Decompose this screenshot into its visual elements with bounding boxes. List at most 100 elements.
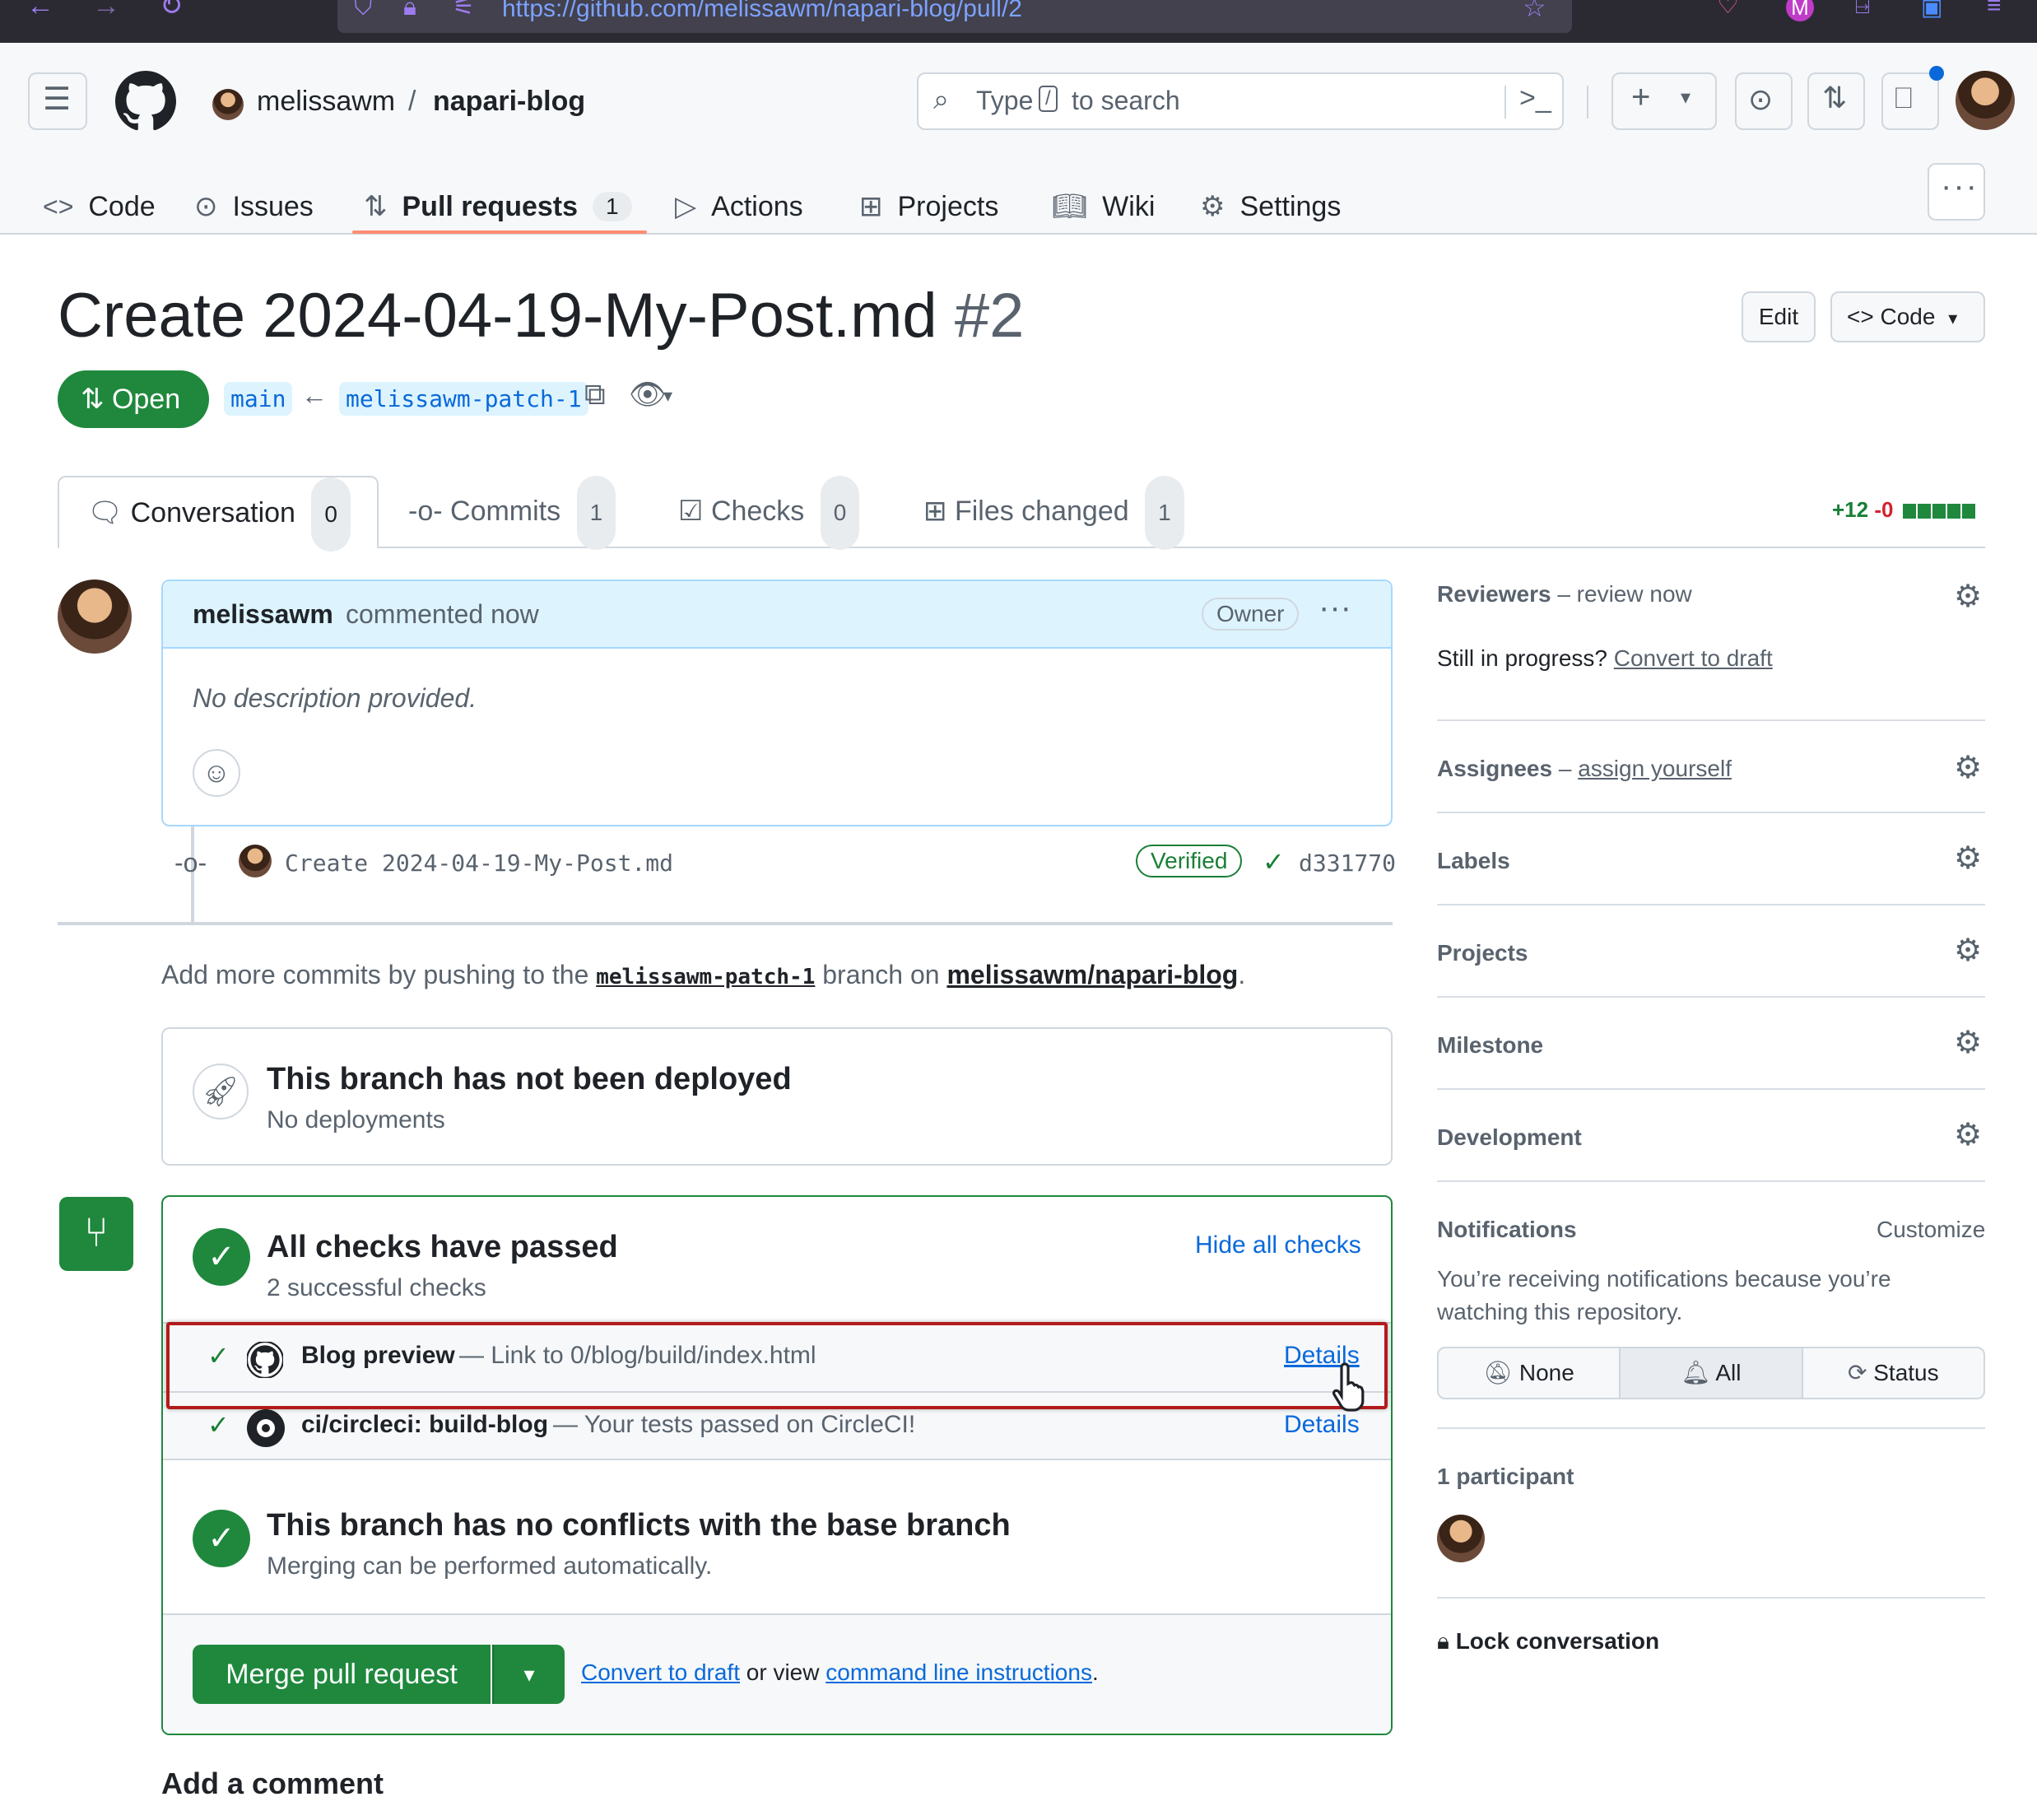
tab-pull-requests[interactable]: ⇅ Pull requests 1 xyxy=(364,178,632,235)
tab-projects[interactable]: ⊞ Projects xyxy=(859,178,998,235)
verified-badge[interactable]: Verified xyxy=(1136,845,1243,877)
sidebar-convert-to-draft-link[interactable]: Convert to draft xyxy=(1614,645,1773,671)
tab-code[interactable]: <> Code xyxy=(43,178,156,235)
commit-author-avatar[interactable] xyxy=(239,845,272,877)
copy-icon[interactable]: ⧉ xyxy=(584,377,606,412)
merge-pull-request-button[interactable]: Merge pull request xyxy=(193,1645,491,1704)
user-avatar[interactable] xyxy=(1956,71,2015,130)
url-text[interactable]: https://github.com/melissawm/napari-blog… xyxy=(502,0,1022,23)
reviewers-label[interactable]: Reviewers xyxy=(1437,581,1551,607)
hide-all-checks-link[interactable]: Hide all checks xyxy=(1195,1231,1361,1259)
projects-label[interactable]: Projects xyxy=(1437,940,1528,966)
bookmark-star-icon[interactable]: ☆ xyxy=(1523,0,1546,21)
notify-none-label: None xyxy=(1518,1360,1574,1385)
labels-gear-icon[interactable]: ⚙ xyxy=(1954,843,1982,874)
more-tabs-button[interactable]: ··· xyxy=(1928,163,1985,221)
tab-settings[interactable]: ⚙ Settings xyxy=(1200,178,1341,235)
comment-action: commented now xyxy=(346,599,539,629)
notify-none-button[interactable]: 🔕︎ None xyxy=(1439,1348,1621,1398)
tab-commits[interactable]: -o- Commits 1 xyxy=(408,476,616,550)
back-icon[interactable]: ← xyxy=(26,0,54,20)
extension-m-icon[interactable]: M xyxy=(1786,0,1814,21)
milestone-label[interactable]: Milestone xyxy=(1437,1032,1543,1059)
add-comment-heading: Add a comment xyxy=(161,1766,384,1800)
command-line-instructions-link[interactable]: command line instructions xyxy=(825,1659,1092,1685)
check-details-link[interactable]: Details xyxy=(1284,1411,1360,1439)
notify-status-button[interactable]: ⟳ Status xyxy=(1803,1348,1984,1398)
edit-button-label: Edit xyxy=(1758,304,1799,329)
forward-icon[interactable]: → xyxy=(92,0,120,20)
base-branch[interactable]: main xyxy=(224,382,293,416)
command-palette-icon[interactable]: >_ xyxy=(1519,82,1551,114)
milestone-gear-icon[interactable]: ⚙ xyxy=(1954,1027,1982,1059)
owner-badge: Owner xyxy=(1202,598,1300,631)
menu-button[interactable]: ☰ xyxy=(28,72,87,130)
owner-avatar[interactable] xyxy=(212,89,244,120)
kebab-horizontal-icon[interactable]: ··· xyxy=(1318,589,1351,626)
unread-indicator xyxy=(1929,66,1944,81)
comment-author[interactable]: melissawm xyxy=(193,599,333,630)
notify-all-label: All xyxy=(1715,1360,1742,1385)
assignees-gear-icon[interactable]: ⚙ xyxy=(1954,752,1982,784)
code-icon: <> xyxy=(43,191,74,221)
push-hint-repo[interactable]: melissawm/napari-blog xyxy=(946,960,1238,989)
comment-author-avatar[interactable] xyxy=(58,580,132,654)
container-icon[interactable]: ▣ xyxy=(1921,0,1942,21)
check-name: ci/circleci: build-blog xyxy=(301,1411,549,1438)
kebab-horizontal-icon: ··· xyxy=(1941,168,1979,204)
labels-label[interactable]: Labels xyxy=(1437,848,1510,874)
head-branch[interactable]: melissawm-patch-1 xyxy=(339,382,588,416)
lock-conversation-label: Lock conversation xyxy=(1455,1628,1660,1654)
review-now-text[interactable]: – review now xyxy=(1557,581,1691,607)
inbox-button[interactable]: ⎕ xyxy=(1881,66,1944,130)
tab-files-changed[interactable]: ⊞ Files changed 1 xyxy=(923,476,1184,550)
tab-actions[interactable]: ▷ Actions xyxy=(675,178,803,235)
commit-icon: -o- xyxy=(408,496,443,527)
customize-link[interactable]: Customize xyxy=(1877,1217,1985,1243)
merge-method-dropdown[interactable]: ▾ xyxy=(492,1645,565,1704)
issues-button[interactable]: ⊙ xyxy=(1735,72,1793,130)
pr-state-badge: ⇅ Open xyxy=(58,370,209,428)
reviewers-gear-icon[interactable]: ⚙ xyxy=(1954,581,1982,612)
menu-icon[interactable]: ≡ xyxy=(1987,0,2002,20)
github-logo-icon[interactable] xyxy=(115,71,176,132)
add-reaction-button[interactable]: ☺ xyxy=(193,749,240,797)
tab-issues[interactable]: ⊙ Issues xyxy=(194,178,314,235)
edit-button[interactable]: Edit xyxy=(1742,291,1816,342)
projects-gear-icon[interactable]: ⚙ xyxy=(1954,935,1982,966)
create-new-button[interactable]: + ▾ xyxy=(1611,72,1717,130)
shield-icon[interactable]: ⛉ xyxy=(354,0,373,21)
commit-message[interactable]: Create 2024-04-19-My-Post.md xyxy=(285,849,673,877)
notify-all-button[interactable]: 🔔︎ All xyxy=(1621,1348,1803,1398)
push-hint-middle: branch on xyxy=(822,960,940,989)
push-hint-branch[interactable]: melissawm-patch-1 xyxy=(596,965,815,989)
pull-requests-button[interactable]: ⇅ xyxy=(1807,72,1865,130)
code-dropdown-button[interactable]: <> Code ▾ xyxy=(1830,291,1985,342)
tab-checks[interactable]: ☑︎ Checks 0 xyxy=(678,476,860,550)
reload-icon[interactable]: ↻ xyxy=(160,0,184,20)
development-label[interactable]: Development xyxy=(1437,1124,1582,1151)
participant-avatar[interactable] xyxy=(1437,1515,1485,1562)
permissions-icon[interactable]: ⚟ xyxy=(453,0,475,21)
owner-link[interactable]: melissawm xyxy=(257,86,395,118)
tab-conversation[interactable]: 🗨︎ Conversation 0 xyxy=(58,476,379,552)
commit-sha[interactable]: d331770 xyxy=(1299,849,1396,877)
lock-conversation-button[interactable]: 🔒︎ Lock conversation xyxy=(1437,1628,1659,1655)
chevron-down-icon[interactable]: ▾ xyxy=(663,385,672,407)
pr-title: Create 2024-04-19-My-Post.md #2 xyxy=(58,280,1024,351)
development-gear-icon[interactable]: ⚙ xyxy=(1954,1119,1982,1151)
checklist-icon: ☑︎ xyxy=(678,496,704,527)
tab-wiki[interactable]: 📖︎ Wiki xyxy=(1052,178,1155,235)
extension-icon[interactable]: ⍈ xyxy=(1855,0,1870,20)
book-icon: 📖︎ xyxy=(1052,191,1088,222)
url-bar[interactable]: ⛉ 🔒︎ ⚟ https://github.com/melissawm/napa… xyxy=(337,0,1572,33)
pocket-icon[interactable]: ♡ xyxy=(1717,0,1739,20)
eye-icon[interactable]: 👁︎ xyxy=(629,377,667,412)
assignees-label[interactable]: Assignees xyxy=(1437,756,1552,781)
repo-link[interactable]: napari-blog xyxy=(433,86,585,118)
convert-to-draft-link[interactable]: Convert to draft xyxy=(581,1659,740,1685)
lock-icon[interactable]: 🔒︎ xyxy=(403,0,416,21)
assign-yourself-link[interactable]: assign yourself xyxy=(1578,756,1732,781)
sidebar-divider xyxy=(1437,996,1985,998)
search-input[interactable]: ⌕ Type / to search >_ xyxy=(917,72,1564,130)
